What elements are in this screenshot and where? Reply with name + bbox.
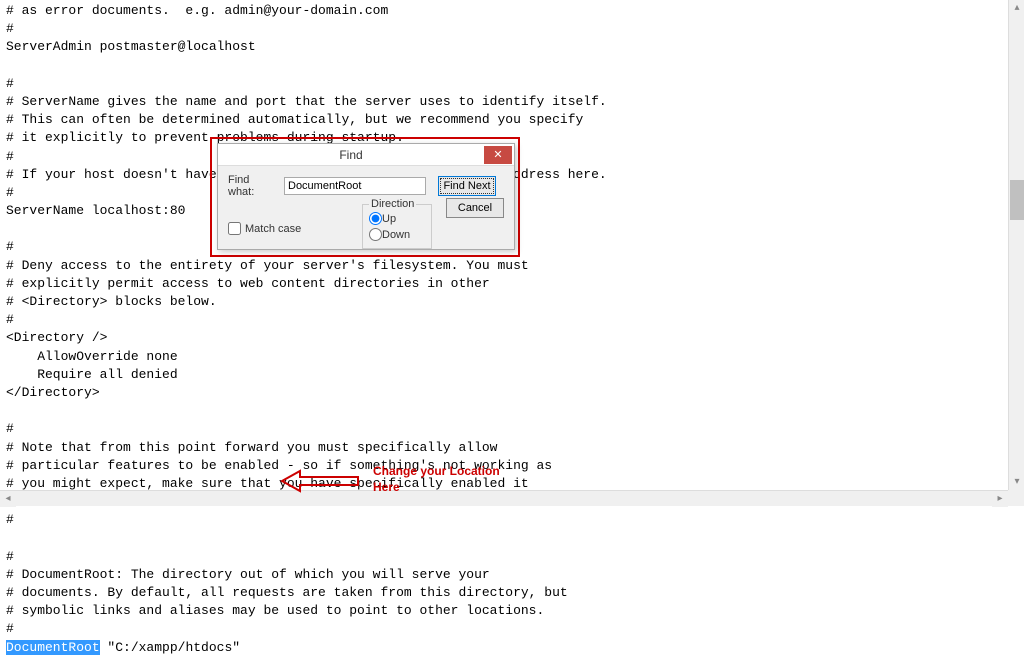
arrow-left-icon [280,469,360,493]
scroll-left-arrow-icon[interactable]: ◂ [0,491,16,507]
direction-group: Direction Up Down [362,198,432,249]
cancel-button[interactable]: Cancel [446,198,504,218]
vertical-scroll-thumb[interactable] [1010,180,1024,220]
horizontal-scrollbar[interactable]: ◂ ▸ [0,490,1008,506]
annotation-line2: Here [373,480,500,496]
scroll-right-arrow-icon[interactable]: ▸ [992,491,1008,507]
annotation-text: Change your Location Here [373,464,500,495]
scrollbar-corner [1008,490,1024,506]
direction-up-option[interactable]: Up [369,212,396,225]
match-case-option[interactable]: Match case [228,222,301,235]
direction-label: Direction [369,198,416,210]
find-what-label: Find what: [228,174,278,198]
match-case-label: Match case [245,223,301,235]
find-dialog-titlebar[interactable]: Find ✕ [218,144,514,166]
close-icon: ✕ [493,148,502,161]
annotation-line1: Change your Location [373,464,500,480]
scroll-down-arrow-icon[interactable]: ▾ [1009,474,1024,490]
find-dialog-body: Find what: Find Next Direction Up Down C… [218,166,514,249]
find-dialog: Find ✕ Find what: Find Next Direction Up… [217,143,515,250]
find-what-input[interactable] [284,177,426,195]
annotation-arrow [280,469,360,497]
vertical-scrollbar[interactable]: ▴ ▾ [1008,0,1024,490]
editor-content[interactable]: # as error documents. e.g. admin@your-do… [0,0,1024,659]
match-case-checkbox[interactable] [228,222,241,235]
close-button[interactable]: ✕ [484,146,512,164]
find-dialog-title: Find [218,148,484,162]
direction-down-radio[interactable] [369,228,382,241]
direction-up-radio[interactable] [369,212,382,225]
find-next-button[interactable]: Find Next [438,176,496,196]
scroll-up-arrow-icon[interactable]: ▴ [1009,0,1024,16]
direction-down-option[interactable]: Down [369,228,410,241]
